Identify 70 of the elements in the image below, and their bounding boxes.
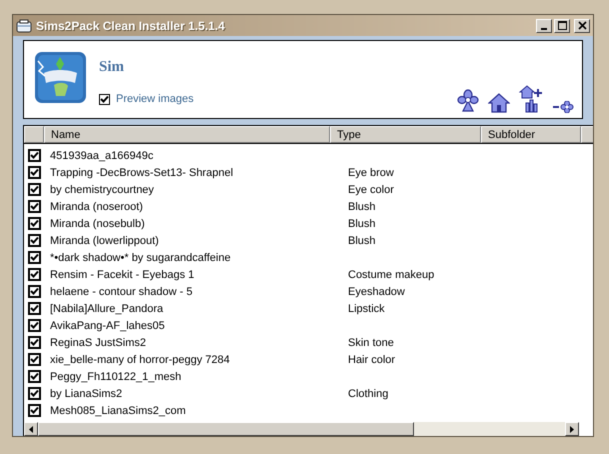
content-type: Blush [348, 200, 376, 212]
app-logo-icon [34, 51, 87, 104]
flower-icon[interactable] [457, 89, 479, 113]
close-button[interactable] [574, 18, 590, 32]
file-name: by chemistrycourtney [50, 184, 154, 196]
row-checkbox[interactable] [28, 336, 40, 349]
content-type: Eye brow [348, 166, 394, 178]
minimize-icon [541, 28, 547, 30]
file-name: Rensim - Facekit - Eyebags 1 [50, 268, 194, 280]
scroll-left-button[interactable] [24, 422, 38, 436]
row-checkbox[interactable] [28, 285, 40, 298]
column-header[interactable]: Name [44, 126, 330, 143]
content-type: Clothing [348, 388, 388, 400]
preview-images-checkbox[interactable]: Preview images [99, 93, 457, 105]
file-name: ReginaS JustSims2 [50, 336, 146, 348]
minimize-button[interactable] [536, 18, 552, 32]
file-name: by LianaSims2 [50, 388, 122, 400]
content-type: Costume makeup [348, 268, 434, 280]
file-name: Trapping -DecBrows-Set13- Shrapnel [50, 166, 234, 178]
checkmark-icon [100, 94, 109, 104]
window-title: Sims2Pack Clean Installer 1.5.1.4 [36, 18, 226, 32]
file-name: Miranda (lowerlippout) [50, 234, 159, 246]
row-checkbox[interactable] [28, 166, 40, 179]
row-checkbox[interactable] [28, 200, 40, 213]
scroll-right-button[interactable] [565, 422, 579, 436]
right-arrow-icon [570, 426, 574, 432]
file-name: AvikaPang-AF_lahes05 [50, 320, 165, 332]
file-name: [Nabila]Allure_Pandora [50, 302, 164, 314]
scroll-thumb[interactable] [38, 422, 414, 436]
content-type: Lipstick [348, 302, 385, 314]
content-type: Skin tone [348, 336, 394, 348]
row-checkbox[interactable] [28, 387, 40, 400]
row-checkbox[interactable] [28, 370, 40, 383]
column-header[interactable]: Type [330, 126, 481, 143]
row-checkbox[interactable] [28, 217, 40, 230]
content-type: Hair color [348, 354, 396, 366]
maximize-icon [558, 21, 566, 30]
file-name: Mesh085_LianaSims2_com [50, 404, 186, 416]
content-type: Eyeshadow [348, 286, 405, 298]
row-checkbox[interactable] [28, 251, 40, 264]
row-checkbox[interactable] [28, 302, 40, 315]
category-title: Sim [99, 59, 126, 76]
content-type: Blush [348, 218, 376, 230]
app-icon [16, 18, 32, 32]
row-checkbox[interactable] [28, 319, 40, 332]
row-checkbox[interactable] [28, 234, 40, 247]
column-header[interactable]: Subfolder [481, 126, 581, 143]
maximize-button[interactable] [554, 18, 570, 32]
left-arrow-icon [29, 426, 33, 432]
file-name: Peggy_Fh110122_1_mesh [50, 370, 182, 382]
row-checkbox[interactable] [28, 353, 40, 366]
close-icon [578, 21, 586, 30]
file-name: *•dark shadow•* by sugarandcaffeine [50, 252, 231, 264]
column-header[interactable] [24, 126, 44, 143]
row-checkbox[interactable] [28, 268, 40, 281]
row-checkbox[interactable] [28, 404, 40, 417]
row-checkbox[interactable] [28, 149, 40, 162]
row-checkbox[interactable] [28, 183, 40, 196]
content-type: Eye color [348, 184, 394, 196]
file-name: helaene - contour shadow - 5 [50, 286, 192, 298]
content-type: Blush [348, 234, 376, 246]
remove-flower-icon[interactable] [552, 101, 574, 113]
file-name: Miranda (noseroot) [50, 200, 143, 212]
add-home-icon[interactable] [519, 85, 543, 113]
column-header[interactable] [581, 126, 593, 143]
file-name: Miranda (nosebulb) [50, 218, 145, 230]
home-icon[interactable] [488, 93, 510, 113]
horizontal-scrollbar[interactable] [24, 422, 579, 436]
file-name: 451939aa_a166949c [50, 150, 154, 162]
file-name: xie_belle-many of horror-peggy 7284 [50, 354, 230, 366]
